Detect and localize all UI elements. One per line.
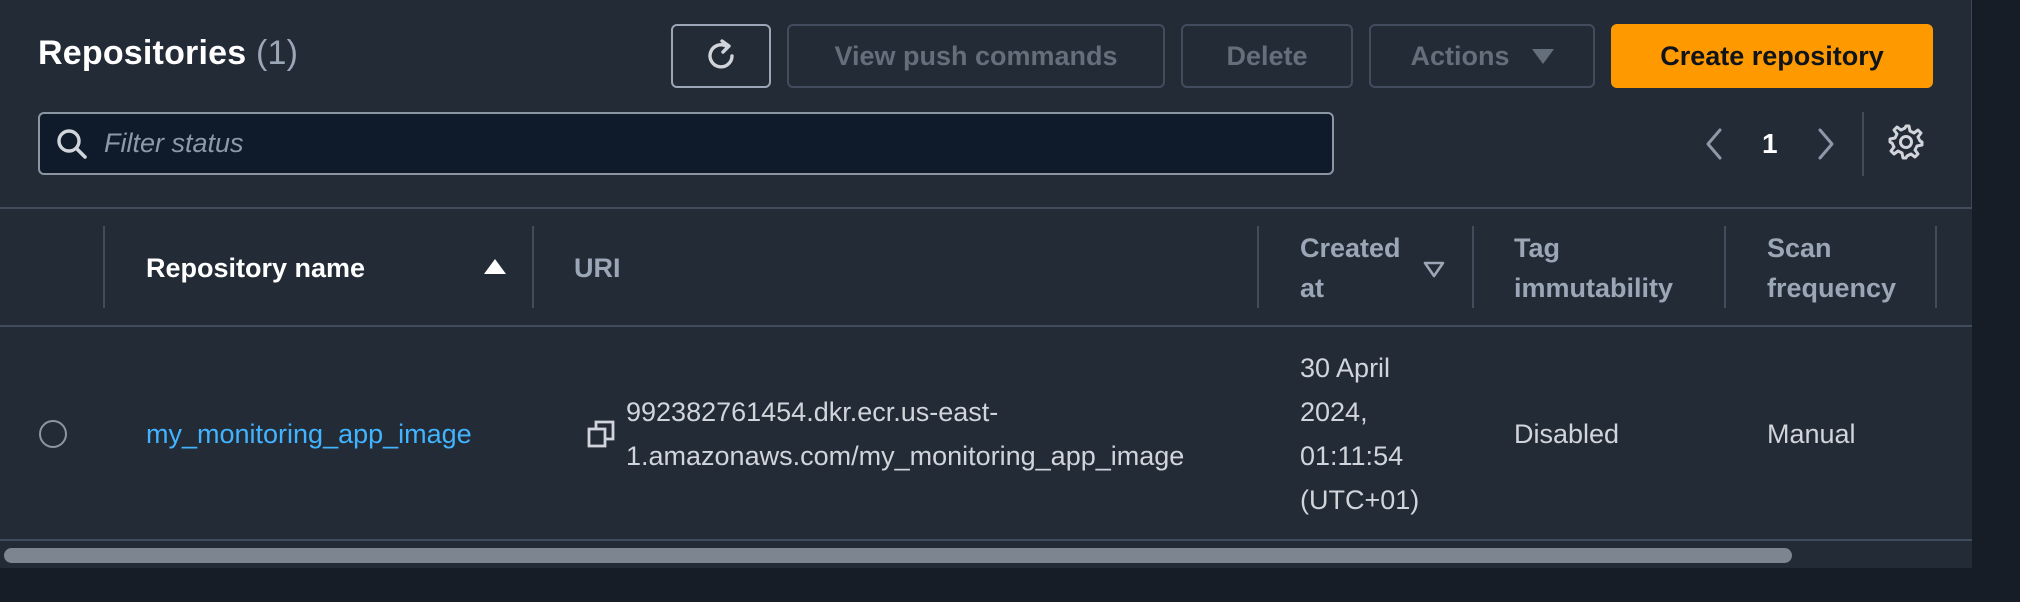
created-at-line2: 2024, xyxy=(1300,397,1368,427)
uri-line1: 992382761454.dkr.ecr.us-east- xyxy=(626,397,999,427)
column-divider xyxy=(532,226,534,308)
column-header-created-at[interactable]: Created at xyxy=(1300,228,1401,308)
scan-frequency-cell: Manual xyxy=(1767,419,1856,449)
current-page-number[interactable]: 1 xyxy=(1762,128,1778,160)
chevron-right-icon[interactable] xyxy=(1808,124,1844,164)
created-at-line4: (UTC+01) xyxy=(1300,485,1420,515)
column-header-repository-name[interactable]: Repository name xyxy=(146,248,365,288)
uri-line2: 1.amazonaws.com/my_monitoring_app_image xyxy=(626,441,1185,471)
horizontal-scrollbar-thumb[interactable] xyxy=(4,548,1792,563)
column-header-scan-frequency-line1: Scan xyxy=(1767,233,1832,263)
actions-label: Actions xyxy=(1410,40,1510,71)
column-header-created-at-line2: at xyxy=(1300,273,1325,303)
page-title-text: Repositories xyxy=(38,34,247,72)
created-at-line1: 30 April xyxy=(1300,353,1391,383)
row-select-radio[interactable] xyxy=(39,420,67,448)
column-header-uri[interactable]: URI xyxy=(574,248,621,288)
page-background-bottom xyxy=(0,568,2020,602)
column-header-tag-immutability-line1: Tag xyxy=(1514,233,1560,263)
repository-name-link[interactable]: my_monitoring_app_image xyxy=(146,419,472,449)
view-push-commands-button[interactable]: View push commands xyxy=(787,24,1165,88)
repository-count: (1) xyxy=(256,34,299,72)
repository-name-cell: my_monitoring_app_image xyxy=(146,412,472,456)
actions-dropdown-button[interactable]: Actions xyxy=(1369,24,1595,88)
sort-ascending-icon[interactable] xyxy=(484,259,506,274)
page-title: Repositories (1) xyxy=(38,34,298,73)
refresh-icon xyxy=(708,39,734,69)
caret-down-icon xyxy=(1531,48,1554,64)
tag-immutability-cell: Disabled xyxy=(1514,419,1620,449)
chevron-left-icon[interactable] xyxy=(1696,124,1732,164)
search-icon xyxy=(57,128,87,159)
column-divider xyxy=(1257,226,1259,308)
refresh-button[interactable] xyxy=(671,24,771,88)
filter-field[interactable] xyxy=(38,112,1334,175)
created-at-cell: 30 April 2024, 01:11:54 (UTC+01) xyxy=(1300,346,1419,522)
copy-icon[interactable] xyxy=(586,418,616,450)
column-divider xyxy=(103,226,105,308)
delete-button[interactable]: Delete xyxy=(1181,24,1353,88)
column-header-scan-frequency[interactable]: Scan frequency xyxy=(1767,228,1896,308)
column-header-tag-immutability[interactable]: Tag immutability xyxy=(1514,228,1673,308)
uri-cell: 992382761454.dkr.ecr.us-east- 1.amazonaw… xyxy=(626,390,1184,478)
page-background xyxy=(1972,0,2020,602)
sort-descending-icon[interactable] xyxy=(1423,261,1445,278)
column-divider xyxy=(1724,226,1726,308)
gear-icon[interactable] xyxy=(1886,122,1926,162)
filter-input[interactable] xyxy=(104,128,1304,159)
column-header-tag-immutability-line2: immutability xyxy=(1514,273,1674,303)
create-repository-button[interactable]: Create repository xyxy=(1611,24,1933,88)
created-at-line3: 01:11:54 xyxy=(1300,441,1404,471)
column-divider xyxy=(1472,226,1474,308)
column-divider xyxy=(1935,226,1937,308)
column-header-scan-frequency-line2: frequency xyxy=(1767,273,1897,303)
pagination-divider xyxy=(1862,112,1864,176)
column-header-created-at-line1: Created xyxy=(1300,233,1401,263)
